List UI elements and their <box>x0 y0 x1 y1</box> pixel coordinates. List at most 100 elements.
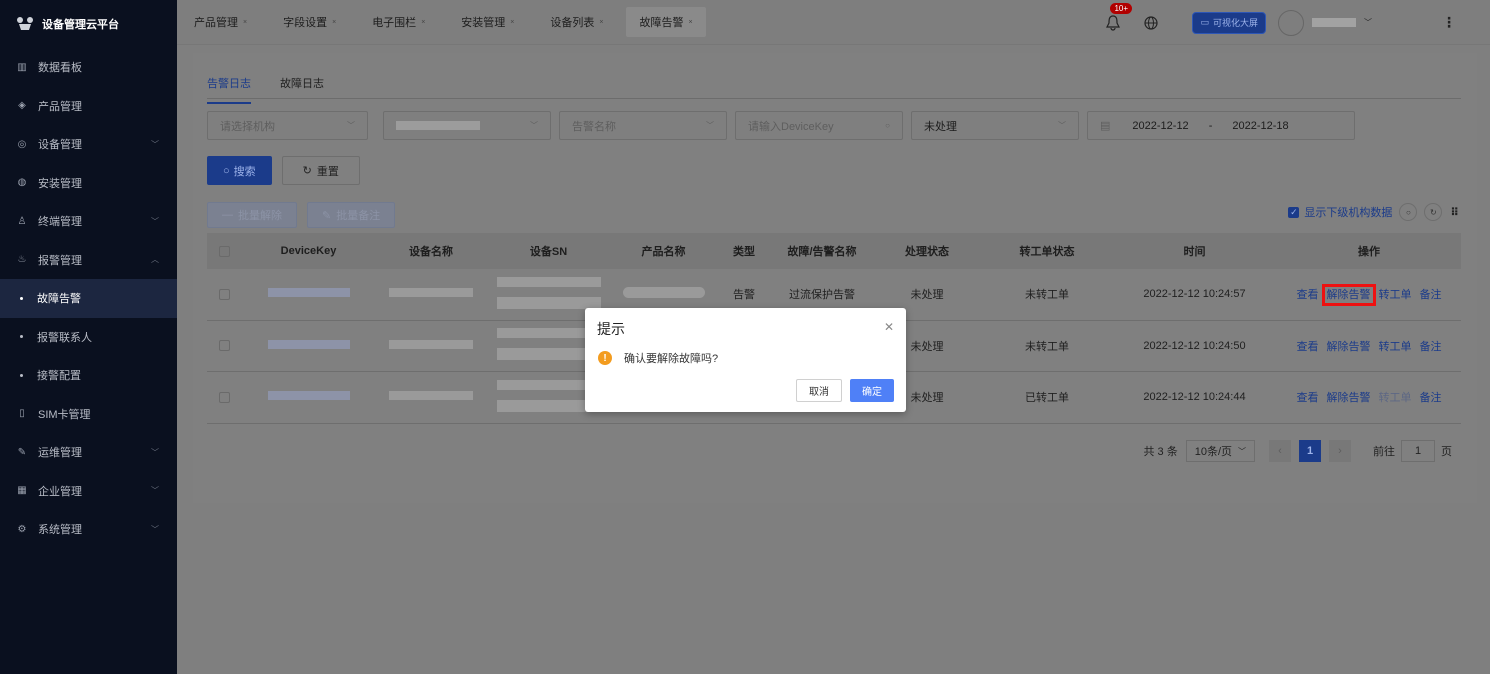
nav-tab-label: 安装管理 <box>461 17 506 29</box>
chevron-down-icon: ﹀ <box>347 121 355 130</box>
pager-page-label: 页 <box>1441 446 1452 458</box>
reset-button[interactable]: ↻ 重置 <box>281 156 360 185</box>
close-icon[interactable]: × <box>421 19 425 26</box>
row-checkbox[interactable] <box>218 288 230 300</box>
device-select[interactable]: ﹀ <box>383 111 551 140</box>
nav-tab-2[interactable]: 电子围栏 × <box>359 7 438 37</box>
column-header: 设备名称 <box>409 246 453 258</box>
edit-icon: ✎ <box>322 209 332 222</box>
batch-release-button[interactable]: — 批量解除 <box>207 202 297 228</box>
note-link[interactable]: 备注 <box>1420 341 1442 353</box>
nav-tab-4[interactable]: 设备列表 × <box>537 7 616 37</box>
grid-icon[interactable]: ⠿ <box>1450 206 1459 219</box>
transfer-order-link[interactable]: 转工单 <box>1379 392 1412 404</box>
more-icon[interactable]: ⋮ <box>1442 14 1456 31</box>
tab-alarm-log[interactable]: 告警日志 <box>207 75 251 104</box>
confirm-dialog: 提示 ✕ ! 确认要解除故障吗? 取消 确定 <box>585 308 906 412</box>
sidebar-item-12[interactable]: ⚙ 系统管理 ﹀ <box>0 510 177 549</box>
column-header: 转工单状态 <box>1019 246 1075 258</box>
device-sn-cell <box>486 276 611 312</box>
sidebar-item-label: 终端管理 <box>38 216 82 229</box>
sidebar-item-label: 企业管理 <box>38 485 82 498</box>
tab-fault-log[interactable]: 故障日志 <box>280 75 324 104</box>
device-name-value <box>389 288 473 298</box>
bigscreen-button[interactable]: ▭ 可视化大屏 <box>1192 11 1266 34</box>
page-size-select[interactable]: 10条/页 ﹀ <box>1185 440 1255 462</box>
column-header: 故障/告警名称 <box>787 246 857 258</box>
row-checkbox-cell <box>207 340 241 352</box>
release-alarm-link[interactable]: 解除告警 <box>1327 392 1371 404</box>
avatar[interactable] <box>1278 9 1304 36</box>
cancel-button[interactable]: 取消 <box>796 379 842 402</box>
prev-page-button[interactable]: ‹ <box>1269 440 1291 462</box>
view-link[interactable]: 查看 <box>1297 341 1319 353</box>
search-button[interactable]: ○ 搜索 <box>207 156 272 185</box>
cube-icon: ◈ <box>18 100 26 112</box>
page-1-button[interactable]: 1 <box>1299 440 1321 462</box>
nav-tab-5[interactable]: 故障告警 × <box>626 7 706 37</box>
chevron-icon: ﹀ <box>151 216 159 226</box>
goto-page-input[interactable]: 1 <box>1401 440 1435 462</box>
row-checkbox[interactable] <box>218 340 230 352</box>
date-range-picker[interactable]: ▤ 2022-12-12 - 2022-12-18 <box>1087 111 1355 140</box>
user-name[interactable] <box>1312 18 1356 27</box>
bell-icon <box>1106 14 1121 31</box>
show-sub-org-checkbox[interactable]: ✓ <box>1288 206 1300 218</box>
nav-tab-1[interactable]: 字段设置 × <box>270 7 349 37</box>
language-button[interactable] <box>1144 15 1159 30</box>
company-icon: ▦ <box>17 485 27 497</box>
close-icon[interactable]: × <box>599 19 603 26</box>
next-page-button[interactable]: › <box>1329 440 1351 462</box>
sidebar-item-5[interactable]: ♨ 报警管理 ︿ <box>0 241 177 280</box>
warning-icon: ! <box>598 351 612 365</box>
show-sub-org-label[interactable]: 显示下级机构数据 <box>1304 204 1392 220</box>
sidebar-item-0[interactable]: ▥ 数据看板 <box>0 48 177 87</box>
row-checkbox[interactable] <box>218 391 230 403</box>
close-icon[interactable]: ✕ <box>884 320 894 334</box>
chevron-down-icon[interactable]: ﹀ <box>1364 17 1372 28</box>
close-icon[interactable]: × <box>510 19 514 26</box>
product-name-cell <box>611 287 716 301</box>
sidebar-item-2[interactable]: ◎ 设备管理 ﹀ <box>0 125 177 164</box>
app-logo[interactable]: 设备管理云平台 <box>0 0 177 48</box>
devicekey-cell <box>241 339 376 352</box>
sidebar-item-1[interactable]: ◈ 产品管理 <box>0 87 177 126</box>
transfer-order-link[interactable]: 转工单 <box>1379 341 1412 353</box>
alarm-name-select[interactable]: 告警名称 ﹀ <box>559 111 727 140</box>
release-alarm-link[interactable]: 解除告警 <box>1321 284 1376 307</box>
sidebar-item-6[interactable]: 故障告警 <box>0 279 177 318</box>
sidebar-item-3[interactable]: ◍ 安装管理 <box>0 164 177 203</box>
note-link[interactable]: 备注 <box>1420 392 1442 404</box>
view-link[interactable]: 查看 <box>1297 289 1319 301</box>
close-icon[interactable]: × <box>332 19 336 26</box>
org-select[interactable]: 请选择机构 ﹀ <box>207 111 368 140</box>
view-link[interactable]: 查看 <box>1297 392 1319 404</box>
release-alarm-link[interactable]: 解除告警 <box>1327 341 1371 353</box>
refresh-icon[interactable]: ↻ <box>1424 203 1443 221</box>
pager-total: 共 3 条 <box>1143 446 1178 458</box>
devicekey-cell <box>241 288 376 300</box>
chevron-icon: ﹀ <box>151 447 159 457</box>
status-select[interactable]: 未处理 ﹀ <box>911 111 1079 140</box>
select-all-checkbox[interactable] <box>218 245 230 257</box>
note-link[interactable]: 备注 <box>1420 289 1442 301</box>
bullet-icon <box>20 373 23 377</box>
sidebar-item-11[interactable]: ▦ 企业管理 ﹀ <box>0 472 177 511</box>
devicekey-input[interactable]: 请输入DeviceKey ○ <box>735 111 903 140</box>
sidebar-item-10[interactable]: ✎ 运维管理 ﹀ <box>0 433 177 472</box>
nav-tab-0[interactable]: 产品管理 × <box>181 7 260 37</box>
search-icon[interactable]: ○ <box>1399 203 1418 221</box>
sidebar-item-9[interactable]: ▯ SIM卡管理 <box>0 395 177 434</box>
sidebar-item-8[interactable]: 接警配置 <box>0 356 177 395</box>
nav-tab-label: 故障告警 <box>639 17 684 29</box>
nav-tab-3[interactable]: 安装管理 × <box>448 7 527 37</box>
close-icon[interactable]: × <box>688 19 692 26</box>
row-checkbox-cell <box>207 391 241 403</box>
sidebar-item-7[interactable]: 报警联系人 <box>0 318 177 357</box>
sidebar-item-4[interactable]: ♙ 终端管理 ﹀ <box>0 202 177 241</box>
confirm-button[interactable]: 确定 <box>850 379 894 402</box>
notification-bell[interactable]: 10+ <box>1106 2 1133 31</box>
batch-note-button[interactable]: ✎ 批量备注 <box>307 202 396 228</box>
transfer-order-link[interactable]: 转工单 <box>1379 289 1412 301</box>
close-icon[interactable]: × <box>243 19 247 26</box>
